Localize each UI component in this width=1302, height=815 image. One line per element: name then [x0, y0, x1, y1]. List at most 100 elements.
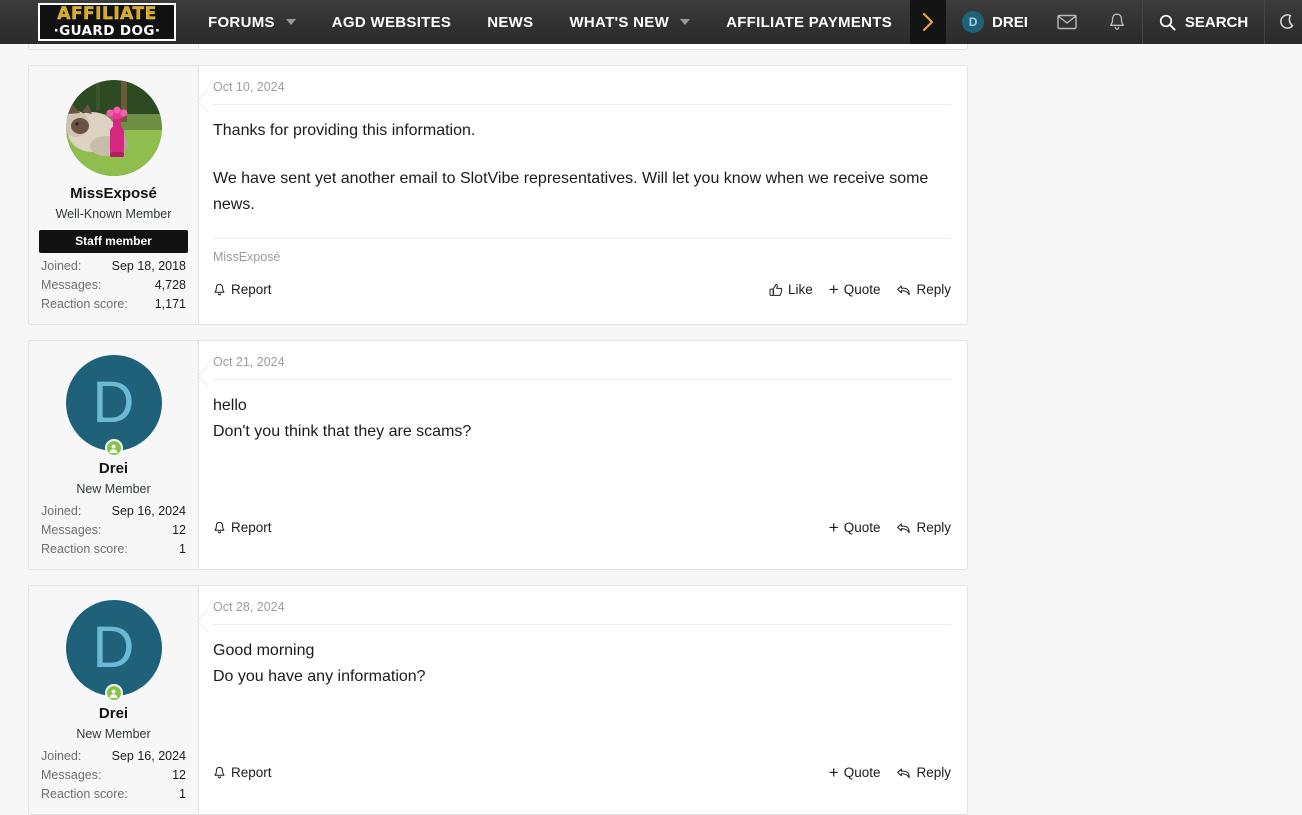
post-paragraph: Thanks for providing this information. — [213, 122, 476, 139]
reply-label: Reply — [916, 519, 951, 535]
post: D Drei New Member Joined: Sep 16, 2024 M… — [28, 585, 968, 815]
nav-username-label: DREI — [992, 13, 1028, 31]
report-button[interactable]: Report — [213, 521, 272, 535]
nav-item-label: AGD WEBSITES — [331, 13, 452, 31]
nav-item-agd-websites[interactable]: AGD WEBSITES — [314, 0, 469, 44]
stat-row: Joined: Sep 16, 2024 — [39, 502, 188, 521]
quote-button[interactable]: + Quote — [829, 519, 881, 536]
reply-button[interactable]: Reply — [896, 521, 951, 535]
post-action-bar: Report + Quote Reply — [213, 509, 951, 548]
post-author-name[interactable]: Drei — [39, 704, 188, 724]
stat-row: Reaction score: 1 — [39, 785, 188, 804]
post-author-name[interactable]: MissExposé — [39, 184, 188, 204]
like-label: Like — [788, 281, 813, 297]
reply-button[interactable]: Reply — [896, 766, 951, 780]
quote-label: Quote — [843, 764, 881, 780]
post-author-name[interactable]: Drei — [39, 459, 188, 479]
avatar[interactable] — [65, 80, 162, 176]
post-arrow-notch — [198, 365, 209, 387]
post-actions-right: Like + Quote Reply — [769, 281, 951, 298]
post-action-bar: Report Like + Quote Reply — [213, 271, 951, 310]
avatar-wrapper[interactable]: D — [65, 600, 162, 702]
user-online-icon — [109, 689, 118, 698]
post-actions-right: + Quote Reply — [829, 519, 951, 536]
post-user-panel: D Drei New Member Joined: Sep 16, 2024 M… — [29, 586, 199, 814]
post-timestamp-link[interactable]: Oct 10, 2024 — [213, 80, 285, 94]
logo-box: AFFILIATE ·GUARD DOG· — [38, 3, 176, 41]
avatar[interactable]: D — [65, 600, 162, 696]
post-paragraph: hello — [213, 397, 247, 414]
staff-badge: Staff member — [39, 230, 188, 253]
post-timestamp: Oct 21, 2024 — [213, 341, 951, 379]
nav-scroll-right-button[interactable] — [910, 0, 947, 44]
logo-text-bottom: ·GUARD DOG· — [53, 22, 161, 39]
reply-arrow-icon — [897, 285, 911, 295]
post-content: Oct 10, 2024 Thanks for providing this i… — [198, 66, 967, 324]
nav-item-label: WHAT'S NEW — [569, 13, 670, 31]
stat-value: 12 — [172, 523, 186, 537]
post-user-panel: D Drei New Member Joined: Sep 16, 2024 M… — [29, 341, 199, 569]
dark-mode-toggle[interactable] — [1264, 0, 1302, 44]
stat-row: Joined: Sep 16, 2024 — [39, 747, 188, 766]
bell-icon — [214, 766, 225, 778]
user-online-icon — [109, 444, 118, 453]
chevron-right-icon — [922, 12, 934, 32]
stat-row: Messages: 12 — [39, 521, 188, 540]
stat-label: Joined: — [41, 259, 82, 273]
post-timestamp-link[interactable]: Oct 28, 2024 — [213, 600, 285, 614]
nav-item-affiliate-payments[interactable]: AFFILIATE PAYMENTS — [708, 0, 910, 44]
nav-search-button[interactable]: SEARCH — [1141, 0, 1264, 44]
stat-label: Messages: — [41, 278, 102, 292]
avatar-image — [65, 80, 162, 176]
nav-user-menu[interactable]: D DREI — [946, 0, 1042, 44]
stat-value: 4,728 — [154, 278, 186, 292]
avatar: D — [962, 11, 985, 33]
nav-item-whats-new[interactable]: WHAT'S NEW — [551, 0, 708, 44]
avatar-wrapper[interactable]: D — [65, 355, 162, 457]
report-button[interactable]: Report — [213, 283, 272, 297]
quote-label: Quote — [843, 519, 881, 535]
post-paragraph: We have sent yet another email to SlotVi… — [213, 170, 929, 213]
nav-item-forums[interactable]: FORUMS — [190, 0, 314, 44]
reply-label: Reply — [916, 764, 951, 780]
avatar[interactable]: D — [65, 355, 162, 451]
post-signature: MissExposé — [213, 238, 951, 265]
avatar-wrapper[interactable] — [65, 80, 162, 176]
post-timestamp-link[interactable]: Oct 21, 2024 — [213, 355, 285, 369]
post-message-body: hello Don't you think that they are scam… — [213, 380, 951, 451]
bell-icon — [214, 283, 225, 295]
site-logo[interactable]: AFFILIATE ·GUARD DOG· — [0, 0, 190, 44]
post: D Drei New Member Joined: Sep 16, 2024 M… — [28, 340, 968, 570]
quote-button[interactable]: + Quote — [829, 281, 881, 298]
reply-button[interactable]: Reply — [896, 283, 951, 297]
post-author-stats: Joined: Sep 18, 2018 Messages: 4,728 Rea… — [39, 257, 188, 314]
post-message-body: Thanks for providing this information. W… — [213, 105, 951, 224]
like-button[interactable]: Like — [769, 283, 813, 297]
post-message-body: Good morning Do you have any information… — [213, 625, 951, 696]
nav-item-news[interactable]: NEWS — [469, 0, 551, 44]
online-status-icon — [104, 684, 123, 702]
plus-icon: + — [828, 763, 839, 782]
post-content — [199, 44, 967, 49]
nav-alerts-button[interactable] — [1092, 0, 1142, 44]
post-body-spacer — [213, 696, 951, 748]
post-author-title: New Member — [76, 726, 151, 741]
quote-button[interactable]: + Quote — [829, 764, 881, 781]
report-button[interactable]: Report — [213, 766, 272, 780]
stat-value: 1,171 — [154, 297, 186, 311]
stat-row: Joined: Sep 18, 2018 — [39, 257, 188, 276]
post-author-title: New Member — [76, 481, 151, 496]
post-action-bar: Report + Quote Reply — [213, 754, 951, 793]
post-author-stats: Joined: Sep 16, 2024 Messages: 12 Reacti… — [39, 502, 188, 559]
reply-arrow-icon — [897, 523, 911, 533]
chevron-down-icon[interactable] — [285, 19, 296, 25]
stat-label: Messages: — [41, 768, 102, 782]
nav-item-label: NEWS — [487, 13, 534, 31]
stat-label: Reaction score: — [41, 542, 128, 556]
bell-icon — [214, 521, 225, 533]
site-navbar: AFFILIATE ·GUARD DOG· FORUMS AGD WEBSITE… — [0, 0, 1302, 44]
chevron-down-icon[interactable] — [680, 19, 691, 25]
page-content: MissExposé Well-Known Member Staff membe… — [0, 44, 1302, 815]
post-timestamp: Oct 10, 2024 — [213, 66, 951, 104]
nav-inbox-button[interactable] — [1042, 0, 1092, 44]
